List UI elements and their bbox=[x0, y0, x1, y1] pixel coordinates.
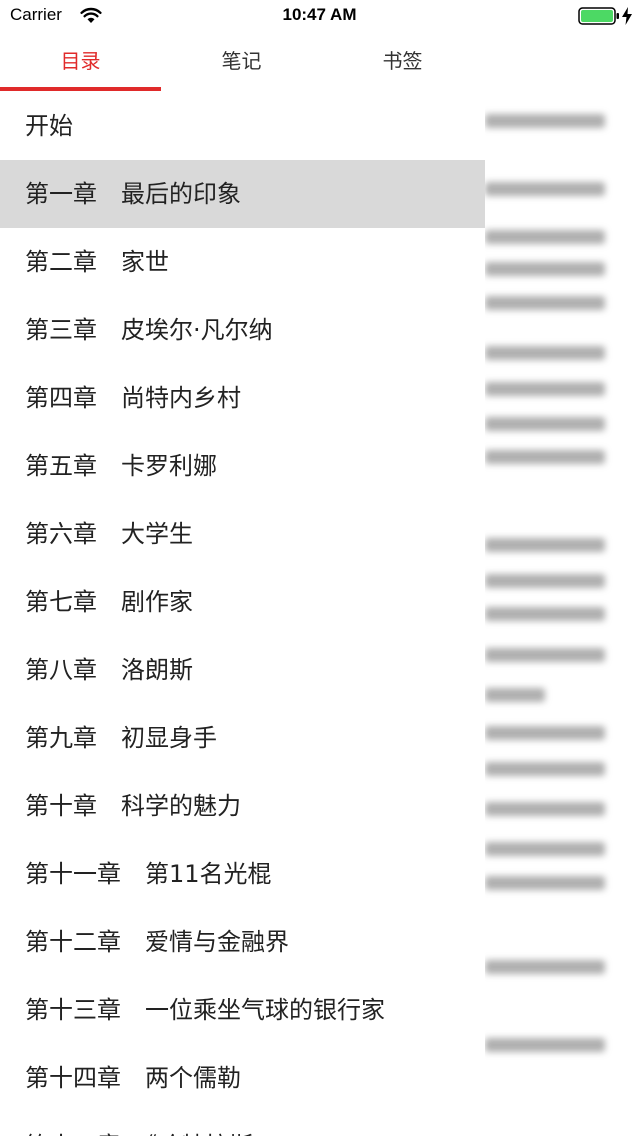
blurred-text-line bbox=[485, 726, 605, 740]
battery-icon bbox=[578, 7, 619, 25]
toc-item-label: 第三章 皮埃尔·凡尔纳 bbox=[25, 316, 273, 344]
toc-item[interactable]: 第七章 剧作家 bbox=[0, 568, 485, 636]
toc-item-label: 第九章 初显身手 bbox=[25, 724, 217, 752]
blurred-text-line bbox=[485, 1038, 605, 1052]
toc-item[interactable]: 第八章 洛朗斯 bbox=[0, 636, 485, 704]
blurred-text-line bbox=[485, 574, 605, 588]
tab-contents[interactable]: 目录 bbox=[0, 32, 161, 90]
toc-item-label: 第十五章 《哈特拉斯 bbox=[25, 1112, 253, 1136]
toc-item-label: 第八章 洛朗斯 bbox=[25, 656, 193, 684]
blurred-text-line bbox=[485, 607, 605, 621]
toc-item[interactable]: 第十三章 一位乘坐气球的银行家 bbox=[0, 976, 485, 1044]
toc-item-label: 第四章 尚特内乡村 bbox=[25, 384, 241, 412]
toc-item-label: 第二章 家世 bbox=[25, 248, 169, 276]
blurred-text-line bbox=[485, 842, 605, 856]
toc-item-label: 第十二章 爱情与金融界 bbox=[25, 928, 289, 956]
toc-item-label: 开始 bbox=[25, 112, 73, 140]
toc-item[interactable]: 开始 bbox=[0, 92, 485, 160]
tab-notes[interactable]: 笔记 bbox=[161, 32, 322, 90]
tab-bar: 目录 笔记 书签 bbox=[0, 32, 485, 91]
toc-item[interactable]: 第十四章 两个儒勒 bbox=[0, 1044, 485, 1112]
blurred-text-line bbox=[485, 382, 605, 396]
blurred-text-line bbox=[485, 230, 605, 244]
charging-bolt-icon bbox=[622, 7, 632, 25]
toc-item[interactable]: 第四章 尚特内乡村 bbox=[0, 364, 485, 432]
toc-item-label: 第十章 科学的魅力 bbox=[25, 792, 241, 820]
blurred-text-line bbox=[485, 688, 545, 702]
toc-item[interactable]: 第九章 初显身手 bbox=[0, 704, 485, 772]
toc-drawer: 目录 笔记 书签 开始 第一章 最后的印象 第二章 家世 第三章 皮埃尔·凡尔纳… bbox=[0, 32, 485, 1136]
blurred-text-line bbox=[485, 296, 605, 310]
blurred-text-line bbox=[485, 538, 605, 552]
active-tab-indicator bbox=[0, 87, 161, 91]
blurred-text bbox=[475, 32, 615, 1136]
toc-item[interactable]: 第十一章 第11名光棍 bbox=[0, 840, 485, 908]
toc-item-label: 第一章 最后的印象 bbox=[25, 180, 241, 208]
blurred-text-line bbox=[485, 346, 605, 360]
blurred-text-line bbox=[485, 762, 605, 776]
blurred-text-line bbox=[485, 182, 605, 196]
blurred-text-line bbox=[485, 960, 605, 974]
toc-item[interactable]: 第十二章 爱情与金融界 bbox=[0, 908, 485, 976]
status-bar: Carrier 10:47 AM bbox=[0, 0, 639, 32]
toc-item[interactable]: 第六章 大学生 bbox=[0, 500, 485, 568]
toc-item-label: 第六章 大学生 bbox=[25, 520, 193, 548]
blurred-text-line bbox=[485, 262, 605, 276]
tab-bookmarks[interactable]: 书签 bbox=[322, 32, 483, 90]
toc-item-label: 第七章 剧作家 bbox=[25, 588, 193, 616]
toc-item-label: 第十一章 第11名光棍 bbox=[25, 860, 272, 888]
toc-item[interactable]: 第二章 家世 bbox=[0, 228, 485, 296]
blurred-text-line bbox=[485, 802, 605, 816]
blurred-text-line bbox=[485, 648, 605, 662]
blurred-text-line bbox=[485, 114, 605, 128]
toc-item[interactable]: 第十章 科学的魅力 bbox=[0, 772, 485, 840]
toc-item[interactable]: 第一章 最后的印象 bbox=[0, 160, 485, 228]
clock: 10:47 AM bbox=[282, 5, 357, 24]
toc-item-label: 第十三章 一位乘坐气球的银行家 bbox=[25, 996, 385, 1024]
blurred-text-line bbox=[485, 876, 605, 890]
toc-item-label: 第五章 卡罗利娜 bbox=[25, 452, 217, 480]
toc-item[interactable]: 第三章 皮埃尔·凡尔纳 bbox=[0, 296, 485, 364]
toc-item-label: 第十四章 两个儒勒 bbox=[25, 1064, 241, 1092]
toc-item[interactable]: 第五章 卡罗利娜 bbox=[0, 432, 485, 500]
toc-item[interactable]: 第十五章 《哈特拉斯 bbox=[0, 1112, 485, 1136]
blurred-text-line bbox=[485, 417, 605, 431]
blurred-text-line bbox=[485, 450, 605, 464]
